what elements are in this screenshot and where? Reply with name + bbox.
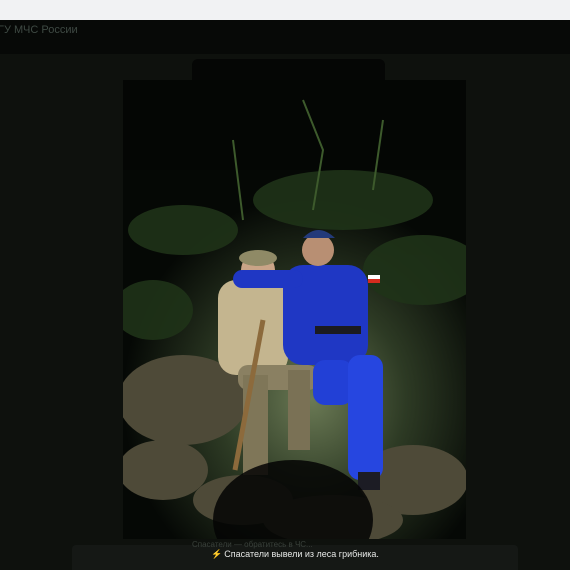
- caption-ghost-text: Спасатели — обратитесь в ЧС...: [192, 540, 313, 549]
- channel-title[interactable]: ГУ МЧС России: [0, 24, 78, 36]
- caption-bar: Спасатели — обратитесь в ЧС... ⚡ Спасател…: [72, 540, 518, 570]
- browser-top-bar: [0, 0, 570, 20]
- channel-header: ГУ МЧС России: [0, 20, 570, 54]
- post-photo[interactable]: [123, 80, 466, 539]
- photo-illustration: [123, 80, 466, 539]
- lightning-icon: ⚡: [211, 549, 223, 559]
- caption-label: Спасатели вывели из леса грибника.: [224, 549, 379, 559]
- post-caption: ⚡ Спасатели вывели из леса грибника.: [72, 549, 518, 560]
